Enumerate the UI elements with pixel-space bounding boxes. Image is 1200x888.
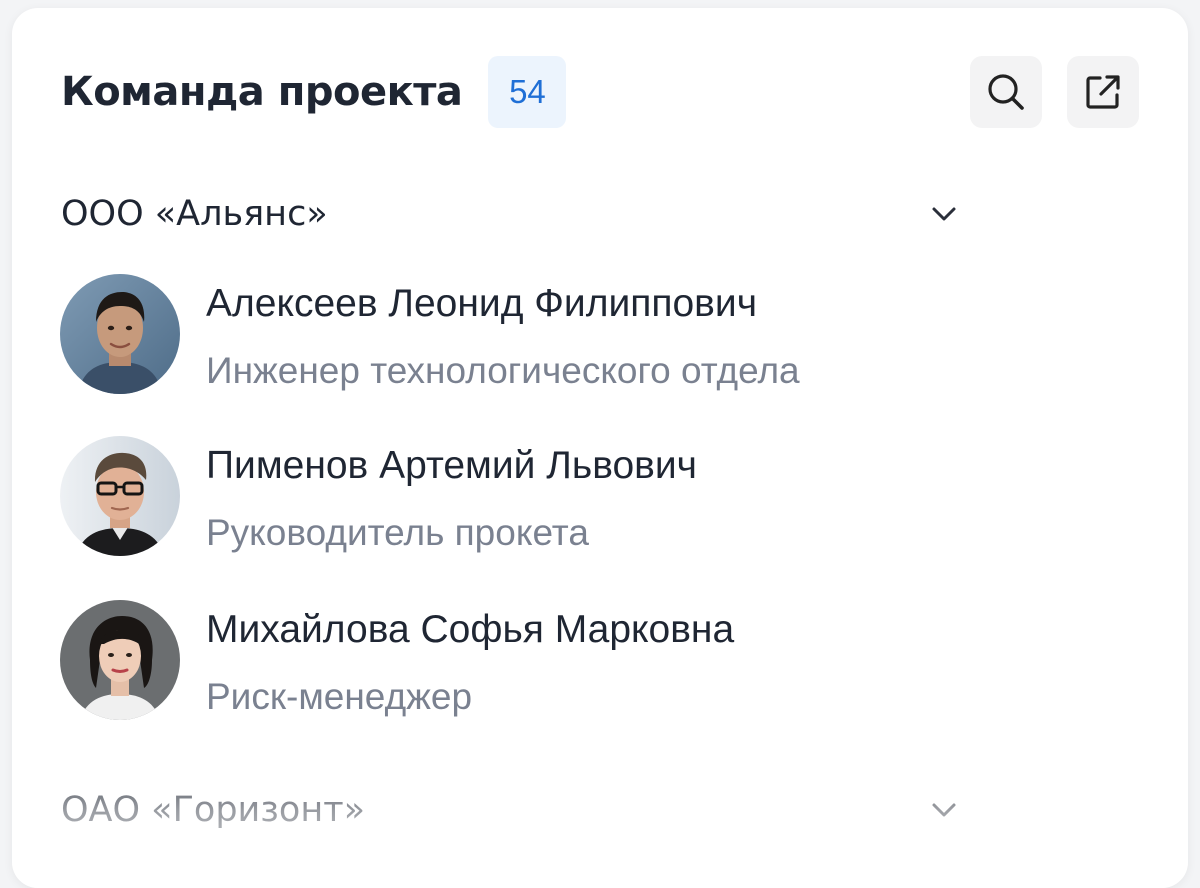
group-name: ОАО «Горизонт» — [61, 790, 366, 830]
member-count-badge: 54 — [488, 56, 567, 128]
avatar — [60, 274, 180, 394]
chevron-down-icon[interactable] — [929, 795, 959, 825]
team-member-item[interactable]: Алексеев Леонид Филиппович Инженер техно… — [60, 272, 960, 396]
search-button[interactable] — [970, 56, 1042, 128]
chevron-down-icon[interactable] — [929, 199, 959, 229]
open-external-button[interactable] — [1067, 56, 1139, 128]
team-member-item[interactable]: Михайлова Софья Марковна Риск-менеджер — [60, 598, 960, 722]
project-team-card: Команда проекта 54 ООО «Альянс» Алексеев… — [12, 8, 1188, 888]
member-role: Риск-менеджер — [206, 676, 473, 717]
card-title: Команда проекта — [61, 69, 463, 115]
member-name: Алексеев Леонид Филиппович — [206, 282, 758, 325]
member-name: Пименов Артемий Львович — [206, 444, 697, 487]
member-role: Руководитель прокета — [206, 512, 589, 553]
avatar — [60, 436, 180, 556]
member-name: Михайлова Софья Марковна — [206, 608, 735, 651]
card-header: Команда проекта 54 — [61, 56, 567, 128]
group-header-alliance[interactable]: ООО «Альянс» — [61, 184, 961, 244]
search-icon — [988, 74, 1024, 110]
avatar — [60, 600, 180, 720]
team-member-item[interactable]: Пименов Артемий Львович Руководитель про… — [60, 434, 960, 558]
external-link-icon — [1086, 75, 1120, 109]
group-header-horizon[interactable]: ОАО «Горизонт» — [61, 780, 961, 840]
group-name: ООО «Альянс» — [61, 194, 328, 234]
member-role: Инженер технологического отдела — [206, 350, 800, 391]
